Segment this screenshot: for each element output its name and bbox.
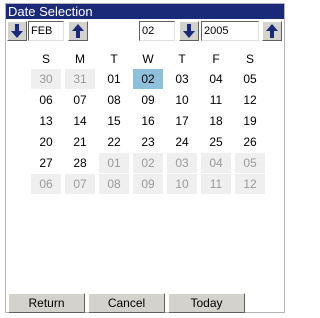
- day-cell[interactable]: 23: [133, 132, 163, 152]
- arrow-up-icon: [72, 24, 84, 38]
- day-cell[interactable]: 02: [133, 153, 163, 173]
- day-cell[interactable]: 27: [31, 153, 61, 173]
- day-cell[interactable]: 12: [235, 174, 265, 194]
- day-cell[interactable]: 05: [235, 153, 265, 173]
- day-down-button[interactable]: [179, 21, 199, 41]
- weekday-header: F: [212, 52, 220, 66]
- day-cell[interactable]: 06: [31, 90, 61, 110]
- day-cell[interactable]: 25: [201, 132, 231, 152]
- selected-day-cell[interactable]: 02: [133, 69, 163, 89]
- return-button[interactable]: Return: [8, 293, 85, 313]
- day-cell[interactable]: 28: [65, 153, 95, 173]
- day-cell[interactable]: 20: [31, 132, 61, 152]
- weekday-header: S: [41, 52, 50, 66]
- day-cell[interactable]: 07: [65, 90, 95, 110]
- arrow-up-icon: [266, 24, 278, 38]
- arrow-down-icon: [11, 24, 23, 38]
- month-up-button[interactable]: [68, 21, 88, 41]
- day-cell[interactable]: 10: [167, 90, 197, 110]
- month-down-button[interactable]: [7, 21, 27, 41]
- month-field[interactable]: FEB: [28, 21, 64, 41]
- cancel-button[interactable]: Cancel: [88, 293, 165, 313]
- date-controls: FEB 02 2005: [6, 21, 284, 43]
- weekday-header: W: [142, 52, 154, 66]
- day-cell[interactable]: 24: [167, 132, 197, 152]
- day-cell[interactable]: 03: [167, 153, 197, 173]
- day-cell[interactable]: 09: [133, 90, 163, 110]
- day-cell[interactable]: 21: [65, 132, 95, 152]
- day-cell[interactable]: 01: [99, 69, 129, 89]
- day-cell[interactable]: 01: [99, 153, 129, 173]
- window-title: Date Selection: [6, 4, 284, 19]
- day-cell[interactable]: 16: [133, 111, 163, 131]
- day-cell[interactable]: 26: [235, 132, 265, 152]
- date-selection-panel: Date Selection FEB 02 2005 S M T W T F S 30 31 01…: [5, 3, 285, 313]
- day-cell[interactable]: 22: [99, 132, 129, 152]
- day-cell[interactable]: 11: [201, 90, 231, 110]
- day-cell[interactable]: 19: [235, 111, 265, 131]
- day-cell[interactable]: 10: [167, 174, 197, 194]
- day-cell[interactable]: 31: [65, 69, 95, 89]
- arrow-down-icon: [183, 24, 195, 38]
- action-buttons: Return Cancel Today: [8, 293, 280, 313]
- day-cell[interactable]: 05: [235, 69, 265, 89]
- day-cell[interactable]: 18: [201, 111, 231, 131]
- day-cell[interactable]: 11: [201, 174, 231, 194]
- day-cell[interactable]: 30: [31, 69, 61, 89]
- day-cell[interactable]: 08: [99, 174, 129, 194]
- day-cell[interactable]: 04: [201, 69, 231, 89]
- day-cell[interactable]: 15: [99, 111, 129, 131]
- year-field[interactable]: 2005: [201, 21, 259, 41]
- weekday-header: T: [110, 52, 118, 66]
- day-cell[interactable]: 13: [31, 111, 61, 131]
- day-cell[interactable]: 04: [201, 153, 231, 173]
- day-cell[interactable]: 03: [167, 69, 197, 89]
- day-cell[interactable]: 08: [99, 90, 129, 110]
- day-cell[interactable]: 17: [167, 111, 197, 131]
- day-cell[interactable]: 09: [133, 174, 163, 194]
- day-cell[interactable]: 06: [31, 174, 61, 194]
- today-button[interactable]: Today: [168, 293, 245, 313]
- weekday-header: M: [75, 52, 85, 66]
- day-field[interactable]: 02: [139, 21, 175, 41]
- day-cell[interactable]: 07: [65, 174, 95, 194]
- year-up-button[interactable]: [262, 21, 282, 41]
- weekday-header: S: [245, 52, 254, 66]
- day-cell[interactable]: 14: [65, 111, 95, 131]
- day-cell[interactable]: 12: [235, 90, 265, 110]
- weekday-header: T: [178, 52, 186, 66]
